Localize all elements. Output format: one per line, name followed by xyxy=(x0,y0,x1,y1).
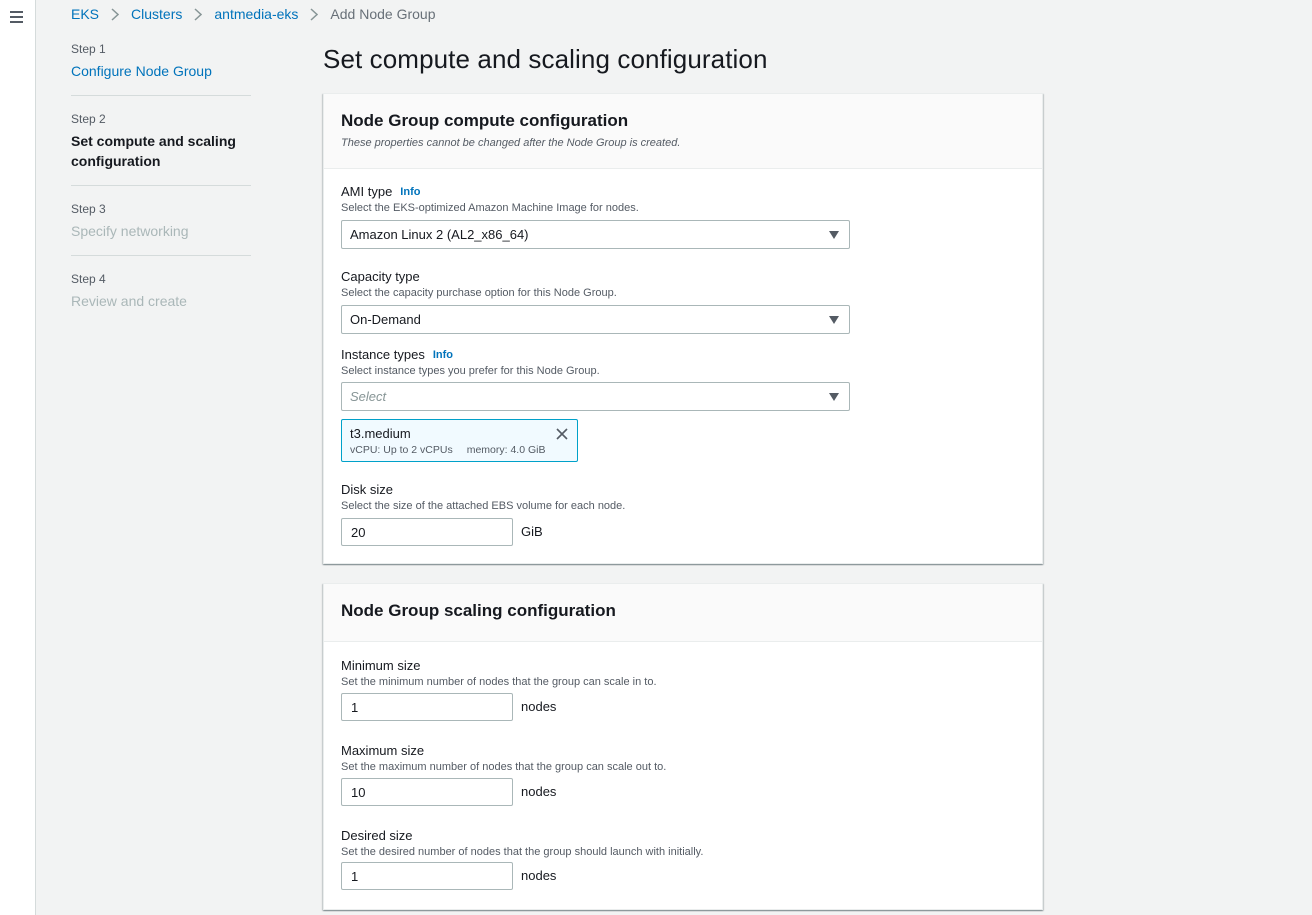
select-value: On-Demand xyxy=(350,312,421,327)
step-number: Step 4 xyxy=(71,272,106,286)
ami-type-field: AMI type Info Select the EKS-optimized A… xyxy=(341,184,639,214)
field-label: AMI type xyxy=(341,184,393,199)
chevron-right-icon xyxy=(111,7,120,21)
instance-types-select[interactable]: Select xyxy=(341,382,850,411)
step-2: Step 2 Set compute and scaling configura… xyxy=(71,112,251,186)
desired-size-field: Desired size Set the desired number of n… xyxy=(341,828,703,858)
step-label-current: Set compute and scaling configuration xyxy=(71,133,236,169)
disk-size-input[interactable]: 20 xyxy=(341,518,513,546)
panel-header: Node Group scaling configuration xyxy=(324,584,1042,642)
panel-description: These properties cannot be changed after… xyxy=(341,137,681,149)
instance-types-field: Instance types Info Select instance type… xyxy=(341,347,600,377)
panel-header: Node Group compute configuration These p… xyxy=(324,94,1042,169)
min-size-field: Minimum size Set the minimum number of n… xyxy=(341,658,657,688)
desired-size-input[interactable]: 1 xyxy=(341,862,513,890)
step-number: Step 1 xyxy=(71,42,106,56)
breadcrumb: EKS Clusters antmedia-eks Add Node Group xyxy=(71,6,436,22)
token-label: t3.medium xyxy=(350,426,411,441)
step-label-review: Review and create xyxy=(71,293,187,309)
max-size-input[interactable]: 10 xyxy=(341,778,513,806)
unit-label: nodes xyxy=(521,784,557,799)
field-label: Instance types xyxy=(341,347,425,362)
select-value: Amazon Linux 2 (AL2_x86_64) xyxy=(350,227,529,242)
token-memory: memory: 4.0 GiB xyxy=(466,444,546,456)
side-nav-rail xyxy=(0,0,36,915)
panel-title: Node Group compute configuration xyxy=(341,111,629,130)
chevron-right-icon xyxy=(194,7,203,21)
breadcrumb-eks[interactable]: EKS xyxy=(71,6,99,22)
breadcrumb-current: Add Node Group xyxy=(330,6,436,22)
menu-icon[interactable] xyxy=(10,11,23,23)
step-4: Step 4 Review and create xyxy=(71,272,251,325)
step-label-networking: Specify networking xyxy=(71,223,189,239)
field-label: Maximum size xyxy=(341,743,425,758)
panel-title: Node Group scaling configuration xyxy=(341,601,616,620)
close-icon[interactable] xyxy=(555,427,569,441)
step-number: Step 2 xyxy=(71,112,106,126)
step-3: Step 3 Specify networking xyxy=(71,202,251,256)
field-label: Capacity type xyxy=(341,269,420,284)
field-label: Minimum size xyxy=(341,658,421,673)
field-description: Set the maximum number of nodes that the… xyxy=(341,761,667,773)
chevron-right-icon xyxy=(310,7,319,21)
field-description: Set the minimum number of nodes that the… xyxy=(341,676,657,688)
caret-down-icon xyxy=(829,393,839,401)
breadcrumb-clusters[interactable]: Clusters xyxy=(131,6,182,22)
field-description: Select the EKS-optimized Amazon Machine … xyxy=(341,202,639,214)
caret-down-icon xyxy=(829,231,839,239)
info-link[interactable]: Info xyxy=(400,186,420,198)
instance-type-token: t3.medium vCPU: Up to 2 vCPUs memory: 4.… xyxy=(341,419,578,462)
compute-config-panel: Node Group compute configuration These p… xyxy=(323,93,1043,564)
panel-body: Minimum size Set the minimum number of n… xyxy=(324,642,1042,910)
capacity-type-field: Capacity type Select the capacity purcha… xyxy=(341,269,617,299)
scaling-config-panel: Node Group scaling configuration Minimum… xyxy=(323,583,1043,910)
field-description: Select the size of the attached EBS volu… xyxy=(341,500,626,512)
breadcrumb-cluster-name[interactable]: antmedia-eks xyxy=(214,6,298,22)
step-number: Step 3 xyxy=(71,202,106,216)
info-link[interactable]: Info xyxy=(433,349,453,361)
token-vcpu: vCPU: Up to 2 vCPUs xyxy=(350,444,453,456)
panel-body: AMI type Info Select the EKS-optimized A… xyxy=(324,169,1042,564)
unit-label: GiB xyxy=(521,524,543,539)
step-link-configure[interactable]: Configure Node Group xyxy=(71,61,251,81)
capacity-type-select[interactable]: On-Demand xyxy=(341,305,850,334)
disk-size-field: Disk size Select the size of the attache… xyxy=(341,482,625,512)
field-description: Set the desired number of nodes that the… xyxy=(341,846,704,858)
unit-label: nodes xyxy=(521,868,557,883)
page-title: Set compute and scaling configuration xyxy=(323,44,768,74)
min-size-input[interactable]: 1 xyxy=(341,693,513,721)
field-label: Disk size xyxy=(341,482,394,497)
ami-type-select[interactable]: Amazon Linux 2 (AL2_x86_64) xyxy=(341,220,850,249)
field-label: Desired size xyxy=(341,828,413,843)
unit-label: nodes xyxy=(521,699,557,714)
field-description: Select the capacity purchase option for … xyxy=(341,287,617,299)
wizard-steps: Step 1 Configure Node Group Step 2 Set c… xyxy=(71,42,251,341)
field-description: Select instance types you prefer for thi… xyxy=(341,365,600,377)
caret-down-icon xyxy=(829,316,839,324)
step-1: Step 1 Configure Node Group xyxy=(71,42,251,96)
max-size-field: Maximum size Set the maximum number of n… xyxy=(341,743,666,773)
select-placeholder: Select xyxy=(350,389,387,404)
